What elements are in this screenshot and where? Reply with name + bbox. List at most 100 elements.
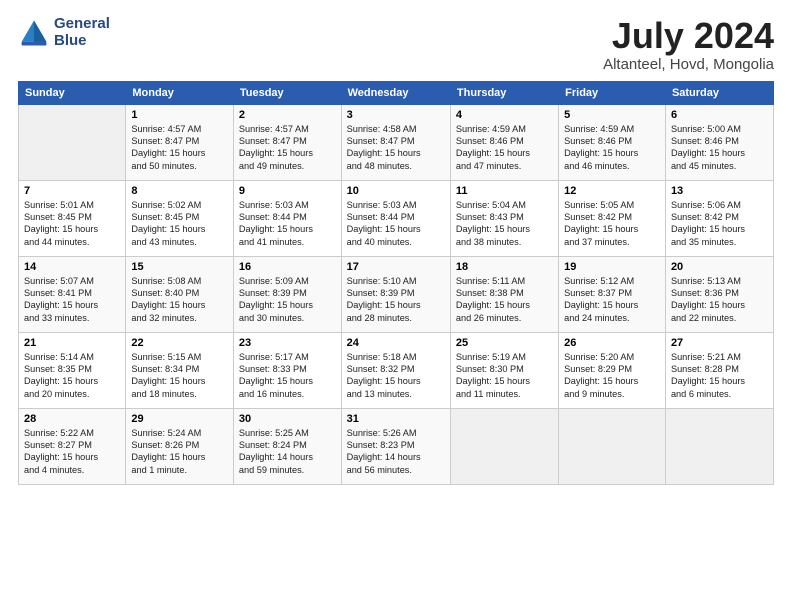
calendar-cell: 14Sunrise: 5:07 AMSunset: 8:41 PMDayligh… bbox=[19, 256, 126, 332]
calendar-cell: 3 Sunrise: 4:58 AMSunset: 8:47 PMDaylight… bbox=[341, 104, 450, 180]
day-number: 21 bbox=[24, 337, 120, 349]
day-info: Sunrise: 4:58 AMSunset: 8:47 PMDaylight:… bbox=[347, 123, 445, 173]
day-number: 1 bbox=[131, 109, 228, 121]
header-day: Saturday bbox=[665, 81, 773, 104]
day-info: Sunrise: 5:10 AMSunset: 8:39 PMDaylight:… bbox=[347, 275, 445, 325]
day-number: 10 bbox=[347, 185, 445, 197]
day-number: 7 bbox=[24, 185, 120, 197]
day-number: 12 bbox=[564, 185, 660, 197]
day-number: 4 bbox=[456, 109, 553, 121]
day-info: Sunrise: 5:05 AMSunset: 8:42 PMDaylight:… bbox=[564, 199, 660, 249]
header: General Blue July 2024 Altanteel, Hovd, … bbox=[18, 16, 774, 73]
day-info: Sunrise: 5:03 AMSunset: 8:44 PMDaylight:… bbox=[239, 199, 336, 249]
calendar-cell bbox=[665, 408, 773, 484]
day-info: Sunrise: 5:19 AMSunset: 8:30 PMDaylight:… bbox=[456, 351, 553, 401]
week-row: 28 Sunrise: 5:22 AMSunset: 8:27 PMDayligh… bbox=[19, 408, 774, 484]
calendar-cell: 7 Sunrise: 5:01 AMSunset: 8:45 PMDaylight… bbox=[19, 180, 126, 256]
title-block: July 2024 Altanteel, Hovd, Mongolia bbox=[603, 16, 774, 73]
calendar-cell: 26 Sunrise: 5:20 AMSunset: 8:29 PMDayligh… bbox=[559, 332, 666, 408]
calendar-table: SundayMondayTuesdayWednesdayThursdayFrid… bbox=[18, 81, 774, 485]
calendar-cell bbox=[19, 104, 126, 180]
day-number: 6 bbox=[671, 109, 768, 121]
calendar-cell: 17Sunrise: 5:10 AMSunset: 8:39 PMDayligh… bbox=[341, 256, 450, 332]
calendar-cell: 23Sunrise: 5:17 AMSunset: 8:33 PMDayligh… bbox=[233, 332, 341, 408]
day-number: 24 bbox=[347, 337, 445, 349]
day-info: Sunrise: 5:11 AMSunset: 8:38 PMDaylight:… bbox=[456, 275, 553, 325]
calendar-cell: 15Sunrise: 5:08 AMSunset: 8:40 PMDayligh… bbox=[126, 256, 234, 332]
day-info: Sunrise: 5:22 AMSunset: 8:27 PMDaylight:… bbox=[24, 427, 120, 477]
day-info: Sunrise: 5:01 AMSunset: 8:45 PMDaylight:… bbox=[24, 199, 120, 249]
page: General Blue July 2024 Altanteel, Hovd, … bbox=[0, 0, 792, 612]
day-number: 26 bbox=[564, 337, 660, 349]
calendar-cell bbox=[559, 408, 666, 484]
day-number: 16 bbox=[239, 261, 336, 273]
day-info: Sunrise: 5:00 AMSunset: 8:46 PMDaylight:… bbox=[671, 123, 768, 173]
day-info: Sunrise: 5:07 AMSunset: 8:41 PMDaylight:… bbox=[24, 275, 120, 325]
day-number: 8 bbox=[131, 185, 228, 197]
calendar-cell: 11Sunrise: 5:04 AMSunset: 8:43 PMDayligh… bbox=[450, 180, 558, 256]
calendar-cell: 29Sunrise: 5:24 AMSunset: 8:26 PMDayligh… bbox=[126, 408, 234, 484]
logo-line1: General bbox=[54, 15, 110, 32]
day-info: Sunrise: 5:15 AMSunset: 8:34 PMDaylight:… bbox=[131, 351, 228, 401]
calendar-cell: 31 Sunrise: 5:26 AMSunset: 8:23 PMDayligh… bbox=[341, 408, 450, 484]
day-info: Sunrise: 5:25 AMSunset: 8:24 PMDaylight:… bbox=[239, 427, 336, 477]
day-info: Sunrise: 5:02 AMSunset: 8:45 PMDaylight:… bbox=[131, 199, 228, 249]
day-number: 9 bbox=[239, 185, 336, 197]
day-info: Sunrise: 5:26 AMSunset: 8:23 PMDaylight:… bbox=[347, 427, 445, 477]
week-row: 21 Sunrise: 5:14 AMSunset: 8:35 PMDayligh… bbox=[19, 332, 774, 408]
calendar-cell: 1 Sunrise: 4:57 AMSunset: 8:47 PMDaylight… bbox=[126, 104, 234, 180]
day-number: 25 bbox=[456, 337, 553, 349]
week-row: 1 Sunrise: 4:57 AMSunset: 8:47 PMDaylight… bbox=[19, 104, 774, 180]
logo-icon bbox=[18, 17, 50, 49]
day-number: 2 bbox=[239, 109, 336, 121]
week-row: 7 Sunrise: 5:01 AMSunset: 8:45 PMDaylight… bbox=[19, 180, 774, 256]
day-number: 27 bbox=[671, 337, 768, 349]
header-day: Wednesday bbox=[341, 81, 450, 104]
week-row: 14Sunrise: 5:07 AMSunset: 8:41 PMDayligh… bbox=[19, 256, 774, 332]
day-info: Sunrise: 4:57 AMSunset: 8:47 PMDaylight:… bbox=[239, 123, 336, 173]
header-day: Friday bbox=[559, 81, 666, 104]
day-number: 13 bbox=[671, 185, 768, 197]
day-info: Sunrise: 5:13 AMSunset: 8:36 PMDaylight:… bbox=[671, 275, 768, 325]
calendar-cell: 4 Sunrise: 4:59 AMSunset: 8:46 PMDaylight… bbox=[450, 104, 558, 180]
day-info: Sunrise: 5:21 AMSunset: 8:28 PMDaylight:… bbox=[671, 351, 768, 401]
day-info: Sunrise: 4:57 AMSunset: 8:47 PMDaylight:… bbox=[131, 123, 228, 173]
day-number: 28 bbox=[24, 413, 120, 425]
day-number: 23 bbox=[239, 337, 336, 349]
day-number: 20 bbox=[671, 261, 768, 273]
day-info: Sunrise: 5:18 AMSunset: 8:32 PMDaylight:… bbox=[347, 351, 445, 401]
main-title: July 2024 bbox=[603, 16, 774, 56]
calendar-cell: 6 Sunrise: 5:00 AMSunset: 8:46 PMDaylight… bbox=[665, 104, 773, 180]
day-number: 18 bbox=[456, 261, 553, 273]
calendar-cell: 12 Sunrise: 5:05 AMSunset: 8:42 PMDayligh… bbox=[559, 180, 666, 256]
header-day: Monday bbox=[126, 81, 234, 104]
calendar-cell: 28 Sunrise: 5:22 AMSunset: 8:27 PMDayligh… bbox=[19, 408, 126, 484]
calendar-cell: 18 Sunrise: 5:11 AMSunset: 8:38 PMDayligh… bbox=[450, 256, 558, 332]
calendar-cell: 24 Sunrise: 5:18 AMSunset: 8:32 PMDayligh… bbox=[341, 332, 450, 408]
day-number: 22 bbox=[131, 337, 228, 349]
day-info: Sunrise: 4:59 AMSunset: 8:46 PMDaylight:… bbox=[456, 123, 553, 173]
calendar-cell: 9 Sunrise: 5:03 AMSunset: 8:44 PMDaylight… bbox=[233, 180, 341, 256]
day-info: Sunrise: 4:59 AMSunset: 8:46 PMDaylight:… bbox=[564, 123, 660, 173]
calendar-cell: 19Sunrise: 5:12 AMSunset: 8:37 PMDayligh… bbox=[559, 256, 666, 332]
day-info: Sunrise: 5:12 AMSunset: 8:37 PMDaylight:… bbox=[564, 275, 660, 325]
day-info: Sunrise: 5:14 AMSunset: 8:35 PMDaylight:… bbox=[24, 351, 120, 401]
logo: General Blue bbox=[18, 16, 110, 49]
calendar-cell: 30Sunrise: 5:25 AMSunset: 8:24 PMDayligh… bbox=[233, 408, 341, 484]
day-number: 3 bbox=[347, 109, 445, 121]
logo-line2: Blue bbox=[54, 32, 87, 49]
day-info: Sunrise: 5:03 AMSunset: 8:44 PMDaylight:… bbox=[347, 199, 445, 249]
calendar-cell: 5Sunrise: 4:59 AMSunset: 8:46 PMDaylight… bbox=[559, 104, 666, 180]
calendar-cell: 8 Sunrise: 5:02 AMSunset: 8:45 PMDaylight… bbox=[126, 180, 234, 256]
day-info: Sunrise: 5:09 AMSunset: 8:39 PMDaylight:… bbox=[239, 275, 336, 325]
calendar-cell: 27 Sunrise: 5:21 AMSunset: 8:28 PMDayligh… bbox=[665, 332, 773, 408]
day-info: Sunrise: 5:08 AMSunset: 8:40 PMDaylight:… bbox=[131, 275, 228, 325]
logo-text: General Blue bbox=[54, 16, 110, 49]
day-info: Sunrise: 5:24 AMSunset: 8:26 PMDaylight:… bbox=[131, 427, 228, 477]
calendar-cell bbox=[450, 408, 558, 484]
calendar-cell: 22 Sunrise: 5:15 AMSunset: 8:34 PMDayligh… bbox=[126, 332, 234, 408]
header-day: Sunday bbox=[19, 81, 126, 104]
day-number: 31 bbox=[347, 413, 445, 425]
day-info: Sunrise: 5:20 AMSunset: 8:29 PMDaylight:… bbox=[564, 351, 660, 401]
header-day: Tuesday bbox=[233, 81, 341, 104]
